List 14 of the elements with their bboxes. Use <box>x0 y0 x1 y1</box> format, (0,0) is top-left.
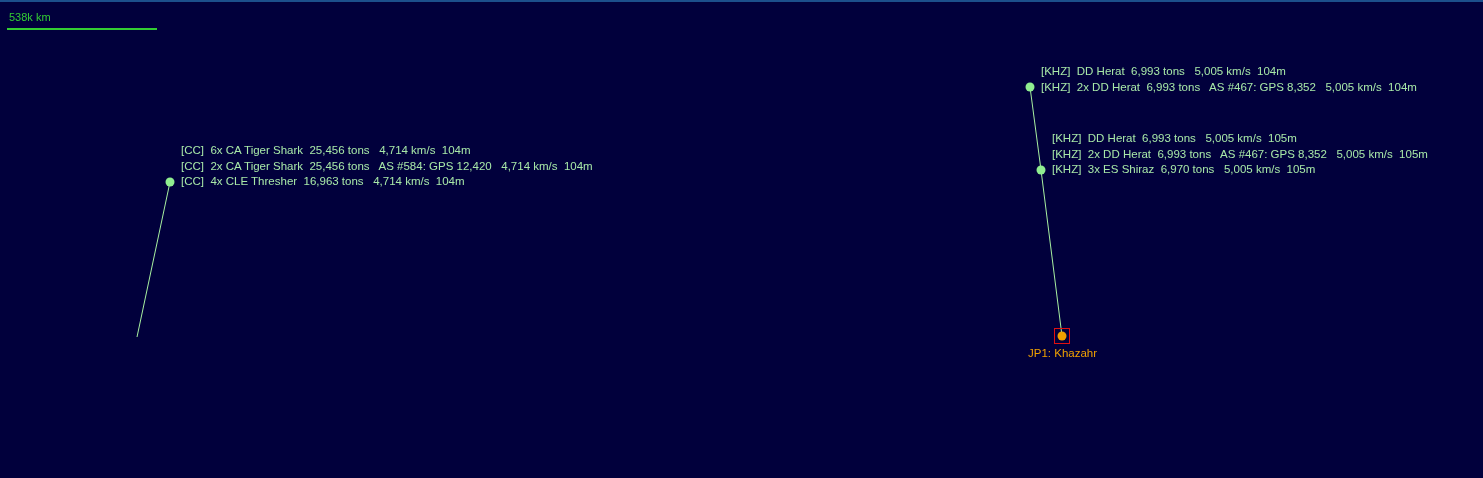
fleet-label: [CC] 6x CA Tiger Shark 25,456 tons 4,714 km/s 104m <box>181 143 472 158</box>
fleet-label: [KHZ] 2x DD Herat 6,993 tons AS #467: GPS 8,352 5,005 km/s 105m <box>1052 146 1428 162</box>
fleet-marker <box>1036 165 1046 175</box>
fleet-label: [KHZ] 2x DD Herat 6,993 tons AS #467: GPS 8,352 5,005 km/s 104m <box>1041 79 1417 95</box>
fleet-label: [CC] 2x CA Tiger Shark 25,456 tons AS #584: GPS 12,420 4,714 km/s 104m <box>181 158 593 174</box>
fleet-marker <box>165 177 175 187</box>
scale-label: 538k km <box>9 11 51 23</box>
fleet-label: [KHZ] DD Herat 6,993 tons 5,005 km/s 105m <box>1052 131 1298 146</box>
fleet-label: [CC] 4x CLE Thresher 16,963 tons 4,714 km/s 104m <box>181 174 466 189</box>
fleet-marker <box>1025 82 1035 92</box>
fleet-label: [KHZ] DD Herat 6,993 tons 5,005 km/s 104m <box>1041 64 1287 79</box>
fleet-label: [KHZ] 3x ES Shiraz 6,970 tons 5,005 km/s 105m <box>1052 162 1317 177</box>
jump-point-marker <box>1054 328 1070 344</box>
jump-point-label: JP1: Khazahr <box>1028 347 1098 359</box>
